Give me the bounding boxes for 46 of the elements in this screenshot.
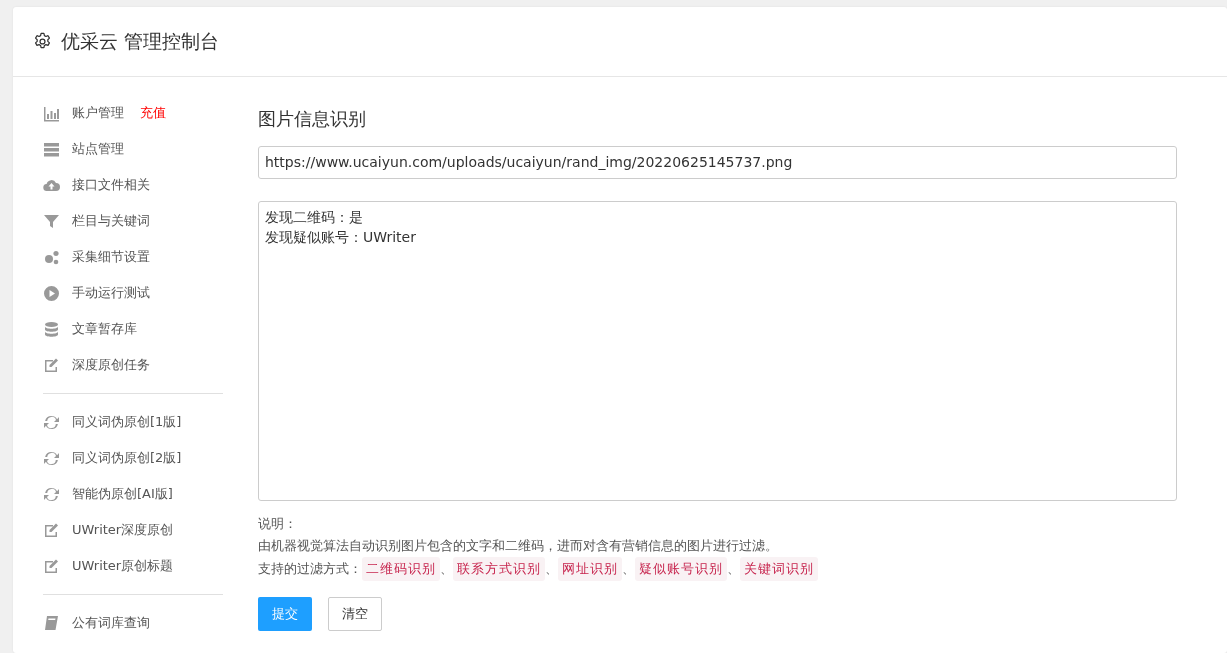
- edit-icon: [43, 521, 60, 539]
- chart-icon: [43, 104, 60, 122]
- sidebar-item[interactable]: 栏目与关键词: [43, 203, 223, 239]
- methods-label: 支持的过滤方式：: [258, 560, 362, 578]
- sidebar-item[interactable]: 同义词伪原创[2版]: [43, 440, 223, 476]
- play-icon: [43, 284, 60, 302]
- method-tag: 二维码识别: [362, 557, 440, 581]
- sidebar-item[interactable]: 账户管理 充值: [43, 95, 223, 131]
- database-icon: [43, 320, 60, 338]
- result-box[interactable]: 发现二维码：是 发现疑似账号：UWriter: [258, 201, 1177, 501]
- page-title: 优采云 管理控制台: [61, 29, 220, 55]
- sidebar-item[interactable]: UWriter深度原创: [43, 512, 223, 548]
- sidebar-item[interactable]: 手动运行测试: [43, 275, 223, 311]
- section-title: 图片信息识别: [258, 107, 367, 131]
- separator-text: 、: [440, 560, 453, 578]
- server-icon: [43, 140, 60, 158]
- sidebar-item[interactable]: 公有词库查询: [43, 605, 223, 641]
- sidebar-item[interactable]: 站点管理: [43, 131, 223, 167]
- result-line: 发现疑似账号：UWriter: [265, 228, 417, 248]
- edit-icon: [43, 356, 60, 374]
- sidebar-item[interactable]: 采集细节设置: [43, 239, 223, 275]
- separator-text: 、: [727, 560, 740, 578]
- result-line: 发现二维码：是: [265, 208, 364, 227]
- refresh-icon: [43, 485, 60, 503]
- book-icon: [43, 614, 60, 632]
- separator-text: 、: [622, 560, 635, 578]
- settings-icon: [33, 32, 52, 51]
- method-tag: 关键词识别: [740, 557, 818, 581]
- description-text: 由机器视觉算法自动识别图片包含的文字和二维码，进而对含有营销信息的图片进行过滤。: [258, 537, 779, 555]
- edit-icon: [43, 557, 60, 575]
- separator-text: 、: [545, 560, 558, 578]
- refresh-icon: [43, 449, 60, 467]
- sidebar-item[interactable]: 接口文件相关: [43, 167, 223, 203]
- sidebar-item[interactable]: 深度原创任务: [43, 347, 223, 383]
- method-tag: 联系方式识别: [453, 557, 545, 581]
- refresh-icon: [43, 413, 60, 431]
- sidebar-item[interactable]: 文章暂存库: [43, 311, 223, 347]
- filter-icon: [43, 212, 60, 230]
- sidebar-item[interactable]: 智能伪原创[AI版]: [43, 476, 223, 512]
- sidebar-item[interactable]: 同义词伪原创[1版]: [43, 404, 223, 440]
- method-tag: 疑似账号识别: [635, 557, 727, 581]
- url-field[interactable]: https://www.ucaiyun.com/uploads/ucaiyun/rand_img/20220625145737.png: [258, 146, 1177, 179]
- notes-heading: 说明：: [258, 515, 298, 533]
- clear-button[interactable]: 清空: [328, 597, 382, 631]
- sidebar-item[interactable]: UWriter原创标题: [43, 548, 223, 584]
- method-tag: 网址识别: [558, 557, 622, 581]
